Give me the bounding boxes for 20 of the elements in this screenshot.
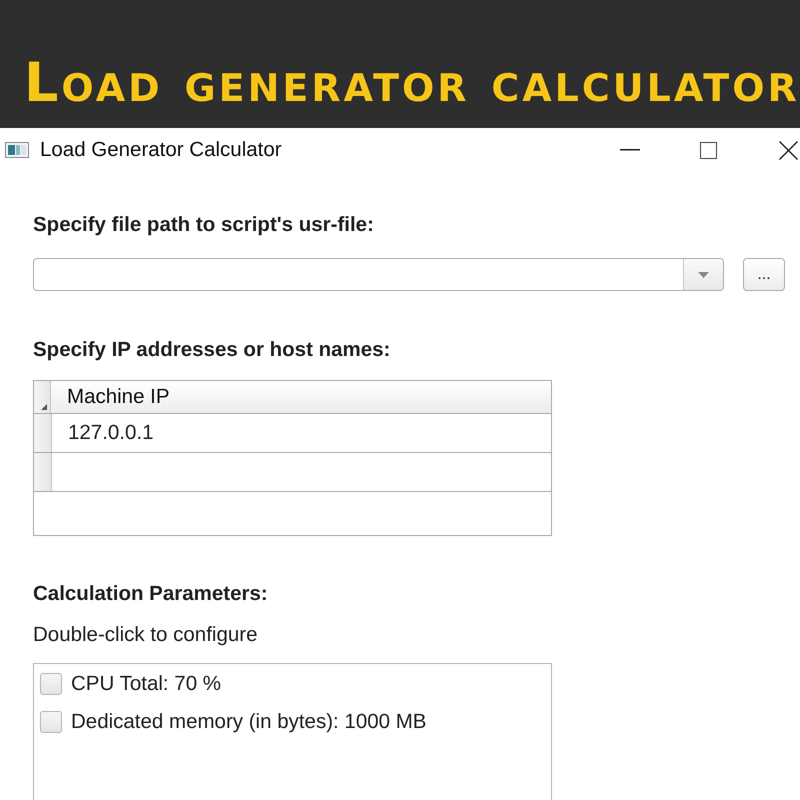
parameters-label: Calculation Parameters:: [33, 582, 268, 606]
browse-button[interactable]: ...: [743, 258, 785, 291]
parameter-label[interactable]: CPU Total: 70 %: [71, 672, 222, 696]
table-cell[interactable]: 127.0.0.1: [52, 414, 551, 452]
parameters-hint: Double-click to configure: [33, 623, 258, 647]
minimize-icon: [620, 149, 640, 151]
window-title: Load Generator Calculator: [40, 138, 282, 162]
file-path-label: Specify file path to script's usr-file:: [33, 213, 374, 237]
banner-title: Load generator calculator: [24, 56, 800, 110]
close-icon: [778, 140, 798, 160]
app-window-icon: [5, 142, 29, 158]
hosts-label: Specify IP addresses or host names:: [33, 338, 390, 362]
maximize-icon: [700, 142, 716, 158]
parameter-label[interactable]: Dedicated memory (in bytes): 1000 MB: [71, 710, 426, 734]
checkbox[interactable]: [40, 711, 62, 733]
dropdown-caret-icon: [698, 272, 709, 278]
checkbox[interactable]: [40, 673, 62, 695]
file-path-combobox[interactable]: [33, 258, 724, 291]
row-header[interactable]: [34, 453, 52, 491]
select-all-corner-icon[interactable]: [41, 404, 47, 410]
